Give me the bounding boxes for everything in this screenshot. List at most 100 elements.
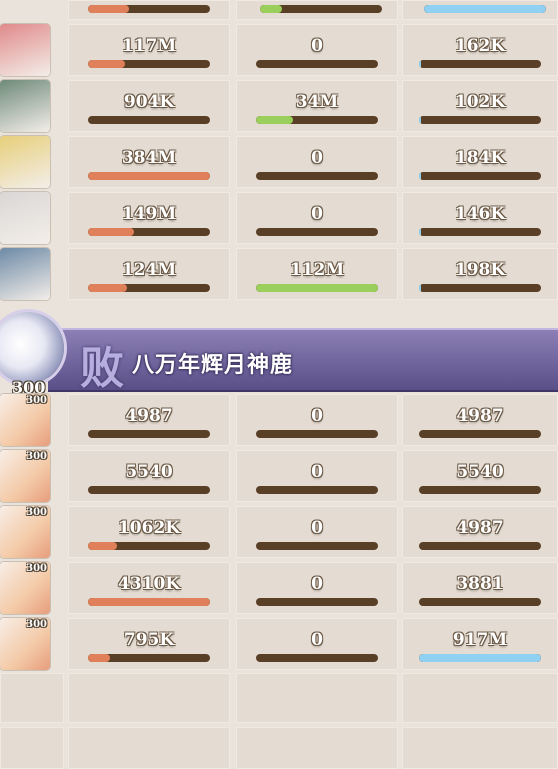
silver-hair-portrait[interactable]	[0, 192, 50, 244]
heal-value: 0	[311, 630, 323, 650]
damage-bar	[88, 284, 210, 292]
teal-hair-portrait[interactable]	[0, 248, 50, 300]
taken-bar-fill	[419, 172, 422, 180]
taken-value: 3881	[456, 574, 504, 594]
taken-cell: 184K	[402, 136, 558, 188]
taken-bar-fill	[419, 228, 422, 236]
damage-cell: 795K	[68, 618, 230, 670]
heal-value: 0	[311, 462, 323, 482]
enemy-level: 300	[26, 563, 47, 574]
ally-row: 124M 112M 198K	[0, 248, 558, 300]
enemy-row: 300 4310K 0 3881	[0, 562, 558, 614]
heal-cell: 112M	[236, 248, 398, 300]
ally-row: 149M 0 146K	[0, 192, 558, 244]
heal-bar-fill	[256, 116, 293, 124]
damage-bar	[88, 542, 210, 550]
damage-cell: 904K	[68, 80, 230, 132]
empty-cell	[68, 673, 230, 723]
enemy-row: 300 5540 0 5540	[0, 450, 558, 502]
enemy-level: 300	[26, 451, 47, 462]
taken-bar-fill	[419, 654, 541, 662]
damage-value: 4987	[125, 406, 173, 426]
defeat-label: 败	[80, 343, 124, 394]
heal-bar	[256, 430, 378, 438]
heal-cell: 0	[236, 24, 398, 76]
white-deer-portrait[interactable]: 300	[0, 562, 50, 614]
enemy-level: 300	[26, 395, 47, 406]
empty-cell	[236, 673, 398, 723]
taken-cell: 102K	[402, 80, 558, 132]
taken-cell: 4987	[402, 394, 558, 446]
ally-row: 384M 0 184K	[0, 136, 558, 188]
enemy-row: 300 1062K 0 4987	[0, 506, 558, 558]
empty-cell	[402, 673, 558, 723]
taken-bar	[419, 430, 541, 438]
taken-bar	[419, 116, 541, 124]
enemy-team-name: 八万年辉月神鹿	[132, 352, 294, 378]
taken-value: 184K	[454, 148, 506, 168]
taken-bar	[419, 542, 541, 550]
enemy-row: 300 795K 0 917M	[0, 618, 558, 670]
blonde-portrait[interactable]	[0, 136, 50, 188]
damage-bar-fill	[88, 60, 125, 68]
taken-bar-fill	[419, 60, 422, 68]
taken-value: 162K	[454, 36, 506, 56]
taken-value: 5540	[456, 462, 504, 482]
heal-value: 0	[311, 574, 323, 594]
empty-cell	[0, 727, 64, 769]
dark-hair-portrait[interactable]	[0, 80, 50, 132]
damage-cell: 384M	[68, 136, 230, 188]
damage-bar-fill	[88, 542, 118, 550]
heal-bar-fill	[256, 284, 378, 292]
heal-value: 34M	[295, 92, 339, 112]
white-deer-portrait[interactable]: 300	[0, 450, 50, 502]
damage-value: 904K	[123, 92, 175, 112]
taken-bar	[419, 172, 541, 180]
red-hair-portrait[interactable]	[0, 24, 50, 76]
heal-bar	[256, 228, 378, 236]
damage-bar	[88, 654, 210, 662]
damage-cell: 1062K	[68, 506, 230, 558]
heal-bar	[256, 284, 378, 292]
damage-bar	[88, 228, 210, 236]
heal-cell: 0	[236, 394, 398, 446]
damage-bar-fill	[88, 654, 110, 662]
heal-cell: 0	[236, 136, 398, 188]
heal-cell: 34M	[236, 80, 398, 132]
heal-bar	[256, 172, 378, 180]
battle-stats-grid: 117M 0 162K 904K 34M 102K 384M 0 184K 149M 0 146K 12…	[0, 0, 558, 769]
damage-bar	[88, 116, 210, 124]
damage-value: 124M	[121, 260, 177, 280]
partial-heal-cell	[236, 0, 398, 20]
heal-cell: 0	[236, 450, 398, 502]
taken-bar-fill	[419, 116, 422, 124]
damage-value: 795K	[123, 630, 175, 650]
white-deer-portrait[interactable]: 300	[0, 618, 50, 670]
taken-value: 146K	[454, 204, 506, 224]
heal-value: 0	[311, 36, 323, 56]
damage-value: 117M	[121, 36, 177, 56]
taken-value: 4987	[456, 406, 504, 426]
heal-bar	[260, 5, 382, 13]
damage-value: 149M	[121, 204, 177, 224]
damage-bar-fill	[88, 284, 128, 292]
heal-value: 112M	[289, 260, 345, 280]
damage-bar	[88, 598, 210, 606]
white-deer-portrait[interactable]: 300	[0, 506, 50, 558]
damage-cell: 4310K	[68, 562, 230, 614]
heal-cell: 0	[236, 506, 398, 558]
taken-cell: 4987	[402, 506, 558, 558]
taken-bar	[419, 654, 541, 662]
heal-bar	[256, 60, 378, 68]
taken-bar	[419, 486, 541, 494]
ally-row: 117M 0 162K	[0, 24, 558, 76]
damage-bar-fill	[88, 228, 135, 236]
taken-bar	[419, 598, 541, 606]
taken-bar	[419, 60, 541, 68]
white-deer-portrait[interactable]: 300	[0, 394, 50, 446]
damage-cell: 149M	[68, 192, 230, 244]
damage-cell: 5540	[68, 450, 230, 502]
heal-bar	[256, 654, 378, 662]
enemy-level: 300	[26, 619, 47, 630]
heal-bar	[256, 542, 378, 550]
